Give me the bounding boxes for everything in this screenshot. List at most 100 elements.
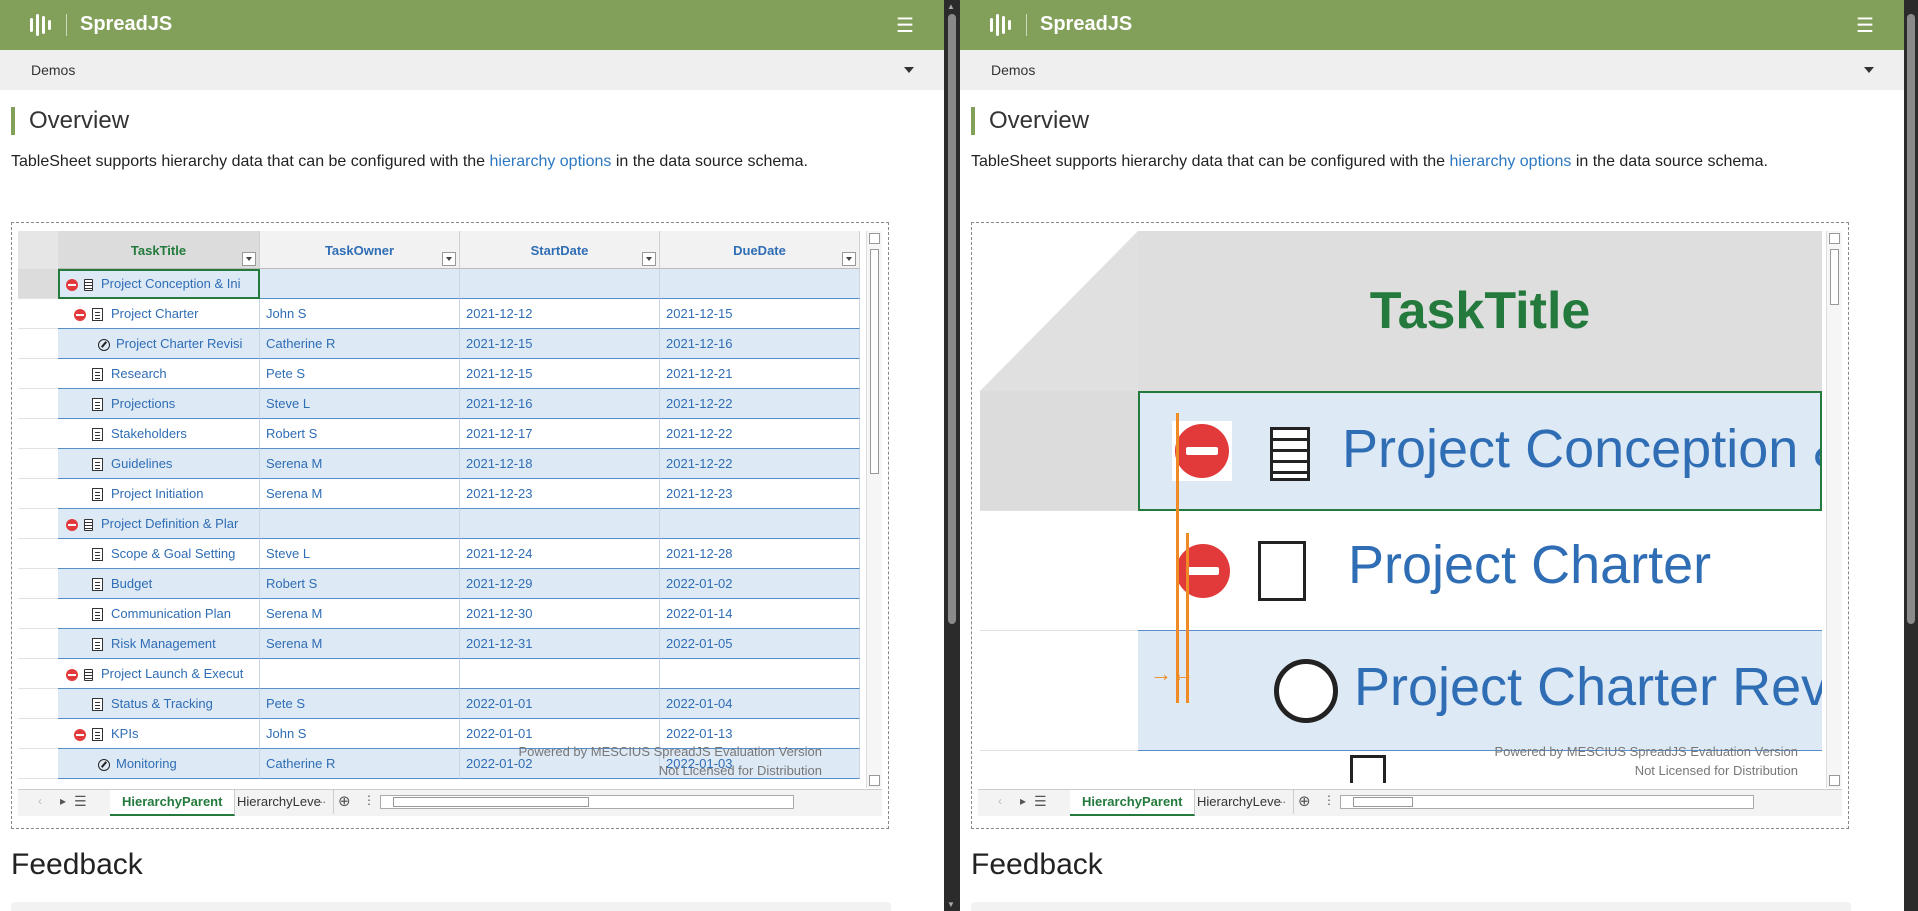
- cell-start[interactable]: 2021-12-24: [460, 539, 660, 569]
- cell-due[interactable]: [660, 509, 860, 539]
- column-header-duedate[interactable]: DueDate: [660, 231, 860, 269]
- zoom-row-header[interactable]: [980, 391, 1138, 511]
- cell-start[interactable]: [460, 509, 660, 539]
- table-row[interactable]: Stakeholders Robert S 2021-12-17 2021-12-22: [18, 419, 862, 449]
- row-header[interactable]: [18, 719, 58, 749]
- zoom-row-header[interactable]: [980, 631, 1138, 751]
- cell-title[interactable]: Scope & Goal Setting: [58, 539, 260, 569]
- table-row[interactable]: Scope & Goal Setting Steve L 2021-12-24 202…: [18, 539, 862, 569]
- cell-owner[interactable]: Serena M: [260, 479, 460, 509]
- cell-start[interactable]: [460, 269, 660, 299]
- tablesheet-grid[interactable]: TaskTitle TaskOwner StartDate DueDate Proje…: [18, 231, 862, 787]
- nav-next-icon[interactable]: ▸: [1020, 794, 1026, 808]
- table-row[interactable]: Project Initiation Serena M 2021-12-23 2021…: [18, 479, 862, 509]
- logo-icon[interactable]: [28, 12, 54, 38]
- collapse-minus-icon[interactable]: [74, 728, 86, 741]
- hierarchy-options-link[interactable]: hierarchy options: [490, 153, 612, 170]
- row-header[interactable]: [18, 329, 58, 359]
- tabs-more[interactable]: ...: [1276, 792, 1286, 806]
- cell-title[interactable]: Monitoring: [58, 749, 260, 779]
- row-header[interactable]: [18, 299, 58, 329]
- all-sheets-icon[interactable]: ☰: [74, 793, 87, 810]
- table-row[interactable]: Project Conception & Ini: [18, 269, 862, 299]
- cell-owner[interactable]: [260, 509, 460, 539]
- left-window-scrollbar[interactable]: ▲ ▼: [944, 0, 960, 911]
- cell-due[interactable]: 2022-01-05: [660, 629, 860, 659]
- column-header-tasktitle[interactable]: TaskTitle: [58, 231, 260, 269]
- cell-title[interactable]: Status & Tracking: [58, 689, 260, 719]
- collapse-minus-icon[interactable]: [66, 518, 78, 531]
- cell-start[interactable]: 2021-12-15: [460, 329, 660, 359]
- nav-first-icon[interactable]: ‹: [998, 794, 1002, 808]
- cell-title[interactable]: Budget: [58, 569, 260, 599]
- collapse-minus-icon[interactable]: [1175, 424, 1229, 478]
- window-scroll-up[interactable]: ▲: [947, 2, 955, 11]
- add-sheet-icon[interactable]: ⊕: [338, 792, 351, 810]
- row-header[interactable]: [18, 629, 58, 659]
- cell-title[interactable]: Risk Management: [58, 629, 260, 659]
- cell-title[interactable]: Project Charter: [58, 299, 260, 329]
- cell-due[interactable]: 2022-01-02: [660, 569, 860, 599]
- cell-start[interactable]: 2021-12-17: [460, 419, 660, 449]
- cell-due[interactable]: 2021-12-15: [660, 299, 860, 329]
- cell-title[interactable]: Projections: [58, 389, 260, 419]
- cell-due[interactable]: 2021-12-22: [660, 419, 860, 449]
- row-header[interactable]: [18, 359, 58, 389]
- collapse-minus-icon[interactable]: [66, 668, 78, 681]
- zoomed-tablesheet-grid[interactable]: TaskTitle Project Conception & Project C…: [980, 231, 1822, 787]
- tab-hierarchy-parent[interactable]: HierarchyParent: [1070, 790, 1196, 816]
- brand-name[interactable]: SpreadJS: [1040, 13, 1132, 36]
- cell-title[interactable]: Project Conception & Ini: [58, 269, 260, 299]
- cell-start[interactable]: 2021-12-23: [460, 479, 660, 509]
- window-scroll-thumb[interactable]: [1907, 14, 1915, 624]
- cell-owner[interactable]: Robert S: [260, 419, 460, 449]
- cell-title[interactable]: Project Launch & Execut: [58, 659, 260, 689]
- cell-start[interactable]: [460, 659, 660, 689]
- cell-title[interactable]: Research: [58, 359, 260, 389]
- brand-name[interactable]: SpreadJS: [80, 13, 172, 36]
- horizontal-scroll-thumb[interactable]: [1353, 797, 1413, 807]
- cell-title[interactable]: Communication Plan: [58, 599, 260, 629]
- cell-title[interactable]: Project Definition & Plar: [58, 509, 260, 539]
- zoom-column-header-tasktitle[interactable]: TaskTitle: [1138, 231, 1822, 391]
- cell-start[interactable]: 2021-12-30: [460, 599, 660, 629]
- cell-owner[interactable]: Steve L: [260, 389, 460, 419]
- row-header[interactable]: [18, 419, 58, 449]
- zoom-row-project-conception[interactable]: Project Conception &: [1138, 391, 1822, 511]
- cell-owner[interactable]: [260, 269, 460, 299]
- row-header[interactable]: [18, 749, 58, 779]
- logo-icon[interactable]: [988, 12, 1014, 38]
- add-sheet-icon[interactable]: ⊕: [1298, 792, 1311, 810]
- table-row[interactable]: Project Launch & Execut: [18, 659, 862, 689]
- hierarchy-options-link[interactable]: hierarchy options: [1450, 153, 1572, 170]
- tabs-more[interactable]: ...: [316, 792, 326, 806]
- scroll-up-button[interactable]: [1829, 233, 1840, 244]
- vertical-scroll-thumb[interactable]: [870, 249, 879, 474]
- cell-owner[interactable]: John S: [260, 719, 460, 749]
- vertical-scroll-thumb[interactable]: [1830, 249, 1839, 305]
- cell-owner[interactable]: Serena M: [260, 599, 460, 629]
- nav-first-icon[interactable]: ‹: [38, 794, 42, 808]
- column-header-startdate[interactable]: StartDate: [460, 231, 660, 269]
- cell-owner[interactable]: Catherine R: [260, 329, 460, 359]
- filter-dropdown-icon[interactable]: [642, 252, 656, 266]
- right-window-scrollbar[interactable]: [1904, 0, 1918, 911]
- table-row[interactable]: Project Charter John S 2021-12-12 2021-12-1…: [18, 299, 862, 329]
- filter-dropdown-icon[interactable]: [442, 252, 456, 266]
- hamburger-menu-icon[interactable]: ☰: [1856, 13, 1874, 38]
- collapse-minus-icon[interactable]: [66, 278, 78, 291]
- row-header[interactable]: [18, 269, 58, 299]
- filter-dropdown-icon[interactable]: [842, 252, 856, 266]
- row-header[interactable]: [18, 689, 58, 719]
- table-row[interactable]: Project Charter Revisi Catherine R 2021-12…: [18, 329, 862, 359]
- window-scroll-thumb[interactable]: [948, 14, 956, 624]
- cell-due[interactable]: 2021-12-16: [660, 329, 860, 359]
- tab-hierarchy-parent[interactable]: HierarchyParent: [110, 790, 236, 816]
- cell-owner[interactable]: Pete S: [260, 359, 460, 389]
- cell-owner[interactable]: Steve L: [260, 539, 460, 569]
- scroll-down-button[interactable]: [1829, 775, 1840, 786]
- cell-due[interactable]: [660, 269, 860, 299]
- hamburger-menu-icon[interactable]: ☰: [896, 13, 914, 38]
- row-header[interactable]: [18, 599, 58, 629]
- cell-title[interactable]: Stakeholders: [58, 419, 260, 449]
